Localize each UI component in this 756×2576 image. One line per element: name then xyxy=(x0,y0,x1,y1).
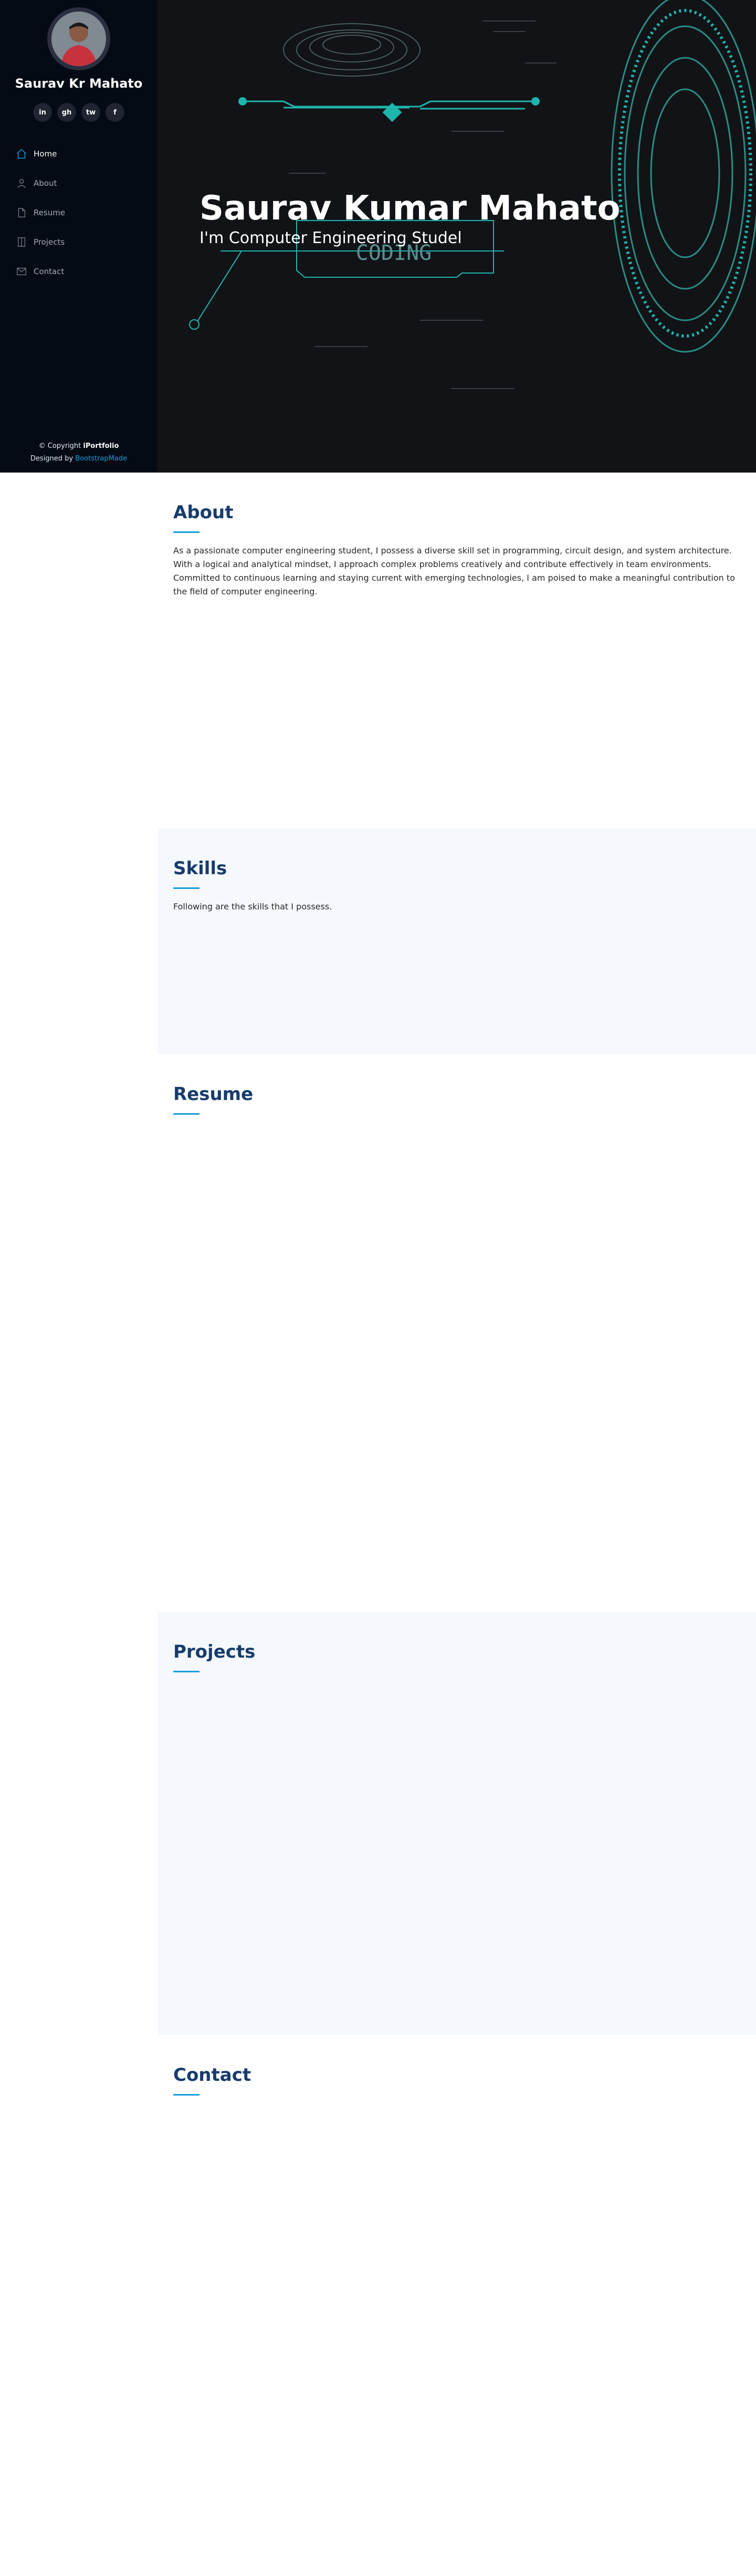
nav-menu: Home About Resume Projects Contact xyxy=(16,139,142,286)
about-section: About As a passionate computer engineeri… xyxy=(158,473,756,829)
hero-section: CODING Saurav Kumar Mahato I'm Computer … xyxy=(158,0,756,473)
twitter-icon[interactable]: tw xyxy=(81,103,100,122)
skills-text: Following are the skills that I possess. xyxy=(173,902,332,912)
person-icon xyxy=(17,179,26,188)
nav-label-contact: Contact xyxy=(34,267,65,276)
designed-by-label: Designed by xyxy=(30,455,74,463)
hero-title: Saurav Kumar Mahato xyxy=(200,189,621,228)
avatar xyxy=(47,7,110,70)
nav-item-resume[interactable]: Resume xyxy=(16,198,142,227)
skills-title: Skills xyxy=(173,858,227,879)
resume-title: Resume xyxy=(173,1084,254,1105)
sidebar: Saurav Kr Mahato in gh tw f Home About R… xyxy=(0,0,158,473)
resume-section: Resume xyxy=(158,1054,756,1612)
copyright-prefix: © Copyright xyxy=(38,442,81,450)
skills-title-underline xyxy=(173,887,200,889)
projects-section: Projects xyxy=(158,1612,756,2035)
about-title-underline xyxy=(173,531,200,533)
contact-section: Contact xyxy=(158,2035,756,2576)
about-title: About xyxy=(173,502,234,523)
social-links: in gh tw f xyxy=(32,103,126,122)
hero-subtitle: I'm Computer Engineering Studel xyxy=(200,229,462,247)
nav-item-projects[interactable]: Projects xyxy=(16,227,142,257)
projects-title-underline xyxy=(173,1671,200,1672)
nav-label-projects: Projects xyxy=(34,237,65,247)
book-icon xyxy=(17,237,26,247)
linkedin-icon[interactable]: in xyxy=(33,103,52,122)
contact-title: Contact xyxy=(173,2065,251,2086)
file-icon xyxy=(18,208,26,217)
nav-label-about: About xyxy=(34,179,57,188)
copyright-brand: iPortfolio xyxy=(83,442,119,450)
copyright: © Copyright iPortfolio Designed by Boots… xyxy=(0,440,158,465)
resume-title-underline xyxy=(173,1113,200,1115)
nav-item-contact[interactable]: Contact xyxy=(16,257,142,286)
contact-title-underline xyxy=(173,2094,200,2096)
nav-item-about[interactable]: About xyxy=(16,169,142,198)
nav-label-home: Home xyxy=(34,149,57,159)
nav-item-home[interactable]: Home xyxy=(16,139,142,169)
projects-title: Projects xyxy=(173,1641,256,1662)
envelope-icon xyxy=(17,267,26,276)
skills-section: Skills Following are the skills that I p… xyxy=(158,829,756,1054)
profile-name[interactable]: Saurav Kr Mahato xyxy=(0,76,158,91)
home-icon xyxy=(17,149,26,159)
about-text: As a passionate computer engineering stu… xyxy=(173,546,735,596)
facebook-icon[interactable]: f xyxy=(106,103,124,122)
github-icon[interactable]: gh xyxy=(57,103,76,122)
designer-link[interactable]: BootstrapMade xyxy=(75,455,127,463)
nav-label-resume: Resume xyxy=(34,208,66,217)
